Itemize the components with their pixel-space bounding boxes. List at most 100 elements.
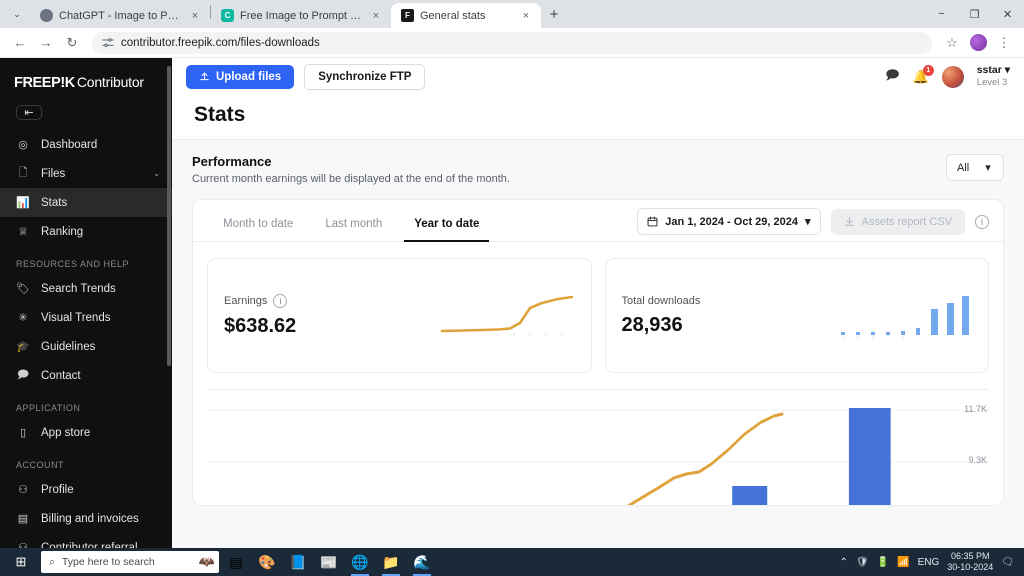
file-explorer-icon[interactable]: 📁 (377, 548, 405, 576)
chat-bubble-icon: 🗩 (16, 369, 30, 381)
browser-tab-1[interactable]: ChatGPT - Image to Prompt Co × (30, 3, 210, 28)
antivirus-icon[interactable]: 🛡 (856, 557, 869, 568)
sidebar-item-label: Profile (41, 483, 74, 496)
sidebar-item-guidelines[interactable]: 🎓 Guidelines (0, 332, 172, 361)
action-center-icon[interactable]: 🗨 (1001, 557, 1014, 568)
clock[interactable]: 06:35 PM 30-10-2024 (947, 551, 993, 573)
tray-chevron-icon[interactable]: ⌃ (840, 557, 848, 568)
user-name: sstar ▾ (976, 64, 1010, 76)
close-window-button[interactable]: ✕ (991, 0, 1024, 28)
page-body: FREEP!K Contributor ⇤ ◎ Dashboard 🗋 File… (0, 58, 1024, 548)
search-placeholder: Type here to search (61, 556, 155, 568)
close-icon[interactable]: × (188, 10, 202, 22)
sidebar-item-ranking[interactable]: ♕ Ranking (0, 217, 172, 246)
tab-title: Free Image to Prompt Generat (240, 9, 363, 22)
battery-icon[interactable]: 🔋 (877, 557, 889, 568)
windows-taskbar: ⊞ ⌕ Type here to search 🦇 ▤ 🎨 📘 📰 🌐 📁 🌊 … (0, 548, 1024, 576)
reload-icon[interactable]: ↻ (60, 31, 84, 55)
edge-icon[interactable]: 🌊 (408, 548, 436, 576)
tab-last-month[interactable]: Last month (309, 209, 398, 241)
chevron-down-icon[interactable]: ▾ (1005, 64, 1010, 76)
windows-start-icon[interactable]: ⊞ (4, 548, 38, 576)
sidebar-scrollbar[interactable] (167, 66, 171, 366)
sidebar-item-referral[interactable]: ⚇ Contributor referral (0, 533, 172, 549)
date-range-value: Jan 1, 2024 - Oct 29, 2024 (665, 215, 798, 228)
date-range-picker[interactable]: Jan 1, 2024 - Oct 29, 2024 ▾ (637, 208, 821, 235)
sidebar-section-application: APPLICATION (16, 403, 81, 413)
user-menu[interactable]: sstar ▾ Level 3 (977, 64, 1010, 89)
earnings-sparkline (440, 295, 573, 337)
info-icon[interactable]: i (273, 293, 288, 308)
address-bar[interactable]: contributor.freepik.com/files-downloads (92, 31, 932, 54)
notification-badge: 1 (922, 64, 934, 76)
sidebar-nav-main: ◎ Dashboard 🗋 Files ⌄ 📊 Stats ♕ Ranking (0, 130, 172, 246)
sidebar-item-dashboard[interactable]: ◎ Dashboard (0, 130, 172, 159)
assets-report-csv-button[interactable]: Assets report CSV (830, 208, 965, 235)
sidebar-item-label: Visual Trends (41, 311, 111, 324)
sidebar-item-stats[interactable]: 📊 Stats (0, 188, 172, 217)
close-icon[interactable]: × (519, 10, 533, 22)
avatar[interactable] (941, 65, 964, 88)
chatgpt-icon (40, 9, 53, 22)
sidebar-item-app-store[interactable]: ▯ App store (0, 418, 172, 447)
task-view-icon[interactable]: ▤ (222, 548, 250, 576)
chrome-icon[interactable]: 🌐 (346, 548, 374, 576)
stats-content: Performance Current month earnings will … (172, 140, 1024, 548)
freepik-icon: F (401, 9, 414, 22)
app-header: Upload files Synchronize FTP 🗩 🔔 1 sstar… (172, 58, 1024, 95)
sidebar-section-account: ACCOUNT (16, 460, 64, 470)
back-icon[interactable]: ← (8, 31, 32, 55)
star-icon[interactable]: ☆ (940, 31, 964, 55)
sidebar-item-contact[interactable]: 🗩 Contact (0, 361, 172, 390)
performance-header: Performance Current month earnings will … (192, 154, 1004, 185)
kpi-earnings-label: Earnings i (224, 293, 296, 308)
upload-files-label: Upload files (216, 70, 282, 83)
performance-subtitle: Current month earnings will be displayed… (192, 173, 510, 185)
upload-files-button[interactable]: Upload files (186, 64, 295, 89)
tune-icon[interactable] (102, 37, 114, 49)
sidebar-item-label: App store (41, 426, 91, 439)
taskbar-search-input[interactable]: ⌕ Type here to search 🦇 (41, 551, 219, 573)
user-referral-icon: ⚇ (18, 542, 28, 548)
synchronize-ftp-button[interactable]: Synchronize FTP (304, 63, 426, 90)
language-indicator[interactable]: ENG (918, 557, 940, 568)
sidebar-item-visual-trends[interactable]: ✳ Visual Trends (0, 303, 172, 332)
sticky-notes-icon[interactable]: 📘 (284, 548, 312, 576)
user-icon: ⚇ (18, 484, 28, 496)
sidebar-item-label: Contributor referral (41, 541, 138, 549)
forward-icon[interactable]: → (34, 31, 58, 55)
paint-icon[interactable]: 🎨 (253, 548, 281, 576)
info-icon[interactable]: i (975, 214, 989, 229)
window-controls: − ❐ ✕ (925, 0, 1024, 28)
teams-icon[interactable]: 📰 (315, 548, 343, 576)
new-tab-button[interactable]: + (541, 1, 567, 27)
url-text: contributor.freepik.com/files-downloads (121, 36, 320, 49)
sidebar-item-profile[interactable]: ⚇ Profile (0, 475, 172, 504)
collapse-panel-icon[interactable]: ⇤ (16, 105, 42, 120)
sidebar-item-search-trends[interactable]: 🏷 Search Trends (0, 274, 172, 303)
bell-icon[interactable]: 🔔 1 (913, 64, 934, 85)
browser-tab-3[interactable]: F General stats × (391, 3, 541, 28)
close-icon[interactable]: × (369, 10, 383, 22)
filter-select-all[interactable]: All ▾ (946, 154, 1004, 181)
tab-year-to-date[interactable]: Year to date (398, 209, 495, 242)
browser-tab-2[interactable]: C Free Image to Prompt Generat × (211, 3, 391, 28)
tab-list-chevron-icon[interactable]: ⌄ (4, 0, 30, 28)
browser-profile-avatar[interactable] (966, 31, 990, 55)
page-title-bar: Stats (172, 95, 1024, 140)
minimize-button[interactable]: − (925, 0, 958, 28)
brand-logo[interactable]: FREEP!K Contributor (0, 58, 172, 101)
system-tray: ⌃ 🛡 🔋 📶 ENG 06:35 PM 30-10-2024 🗨 (840, 551, 1020, 573)
browser-tabstrip: ⌄ ChatGPT - Image to Prompt Co × C Free … (0, 0, 1024, 28)
tab-month-to-date[interactable]: Month to date (207, 209, 309, 241)
three-dot-menu-icon[interactable]: ⋮ (992, 31, 1016, 55)
kpi-downloads-label: Total downloads (621, 294, 701, 307)
sidebar-item-files[interactable]: 🗋 Files ⌄ (0, 159, 172, 188)
chevron-down-icon[interactable]: ⌄ (153, 169, 160, 178)
maximize-button[interactable]: ❐ (958, 0, 991, 28)
message-icon[interactable]: 🗩 (885, 66, 899, 88)
kpi-row: Earnings i $638.62 Total downloads 28,93… (193, 242, 1003, 389)
sidebar-item-billing[interactable]: ▤ Billing and invoices (0, 504, 172, 533)
wifi-icon[interactable]: 📶 (897, 557, 909, 568)
kpi-downloads-value: 28,936 (621, 313, 683, 336)
